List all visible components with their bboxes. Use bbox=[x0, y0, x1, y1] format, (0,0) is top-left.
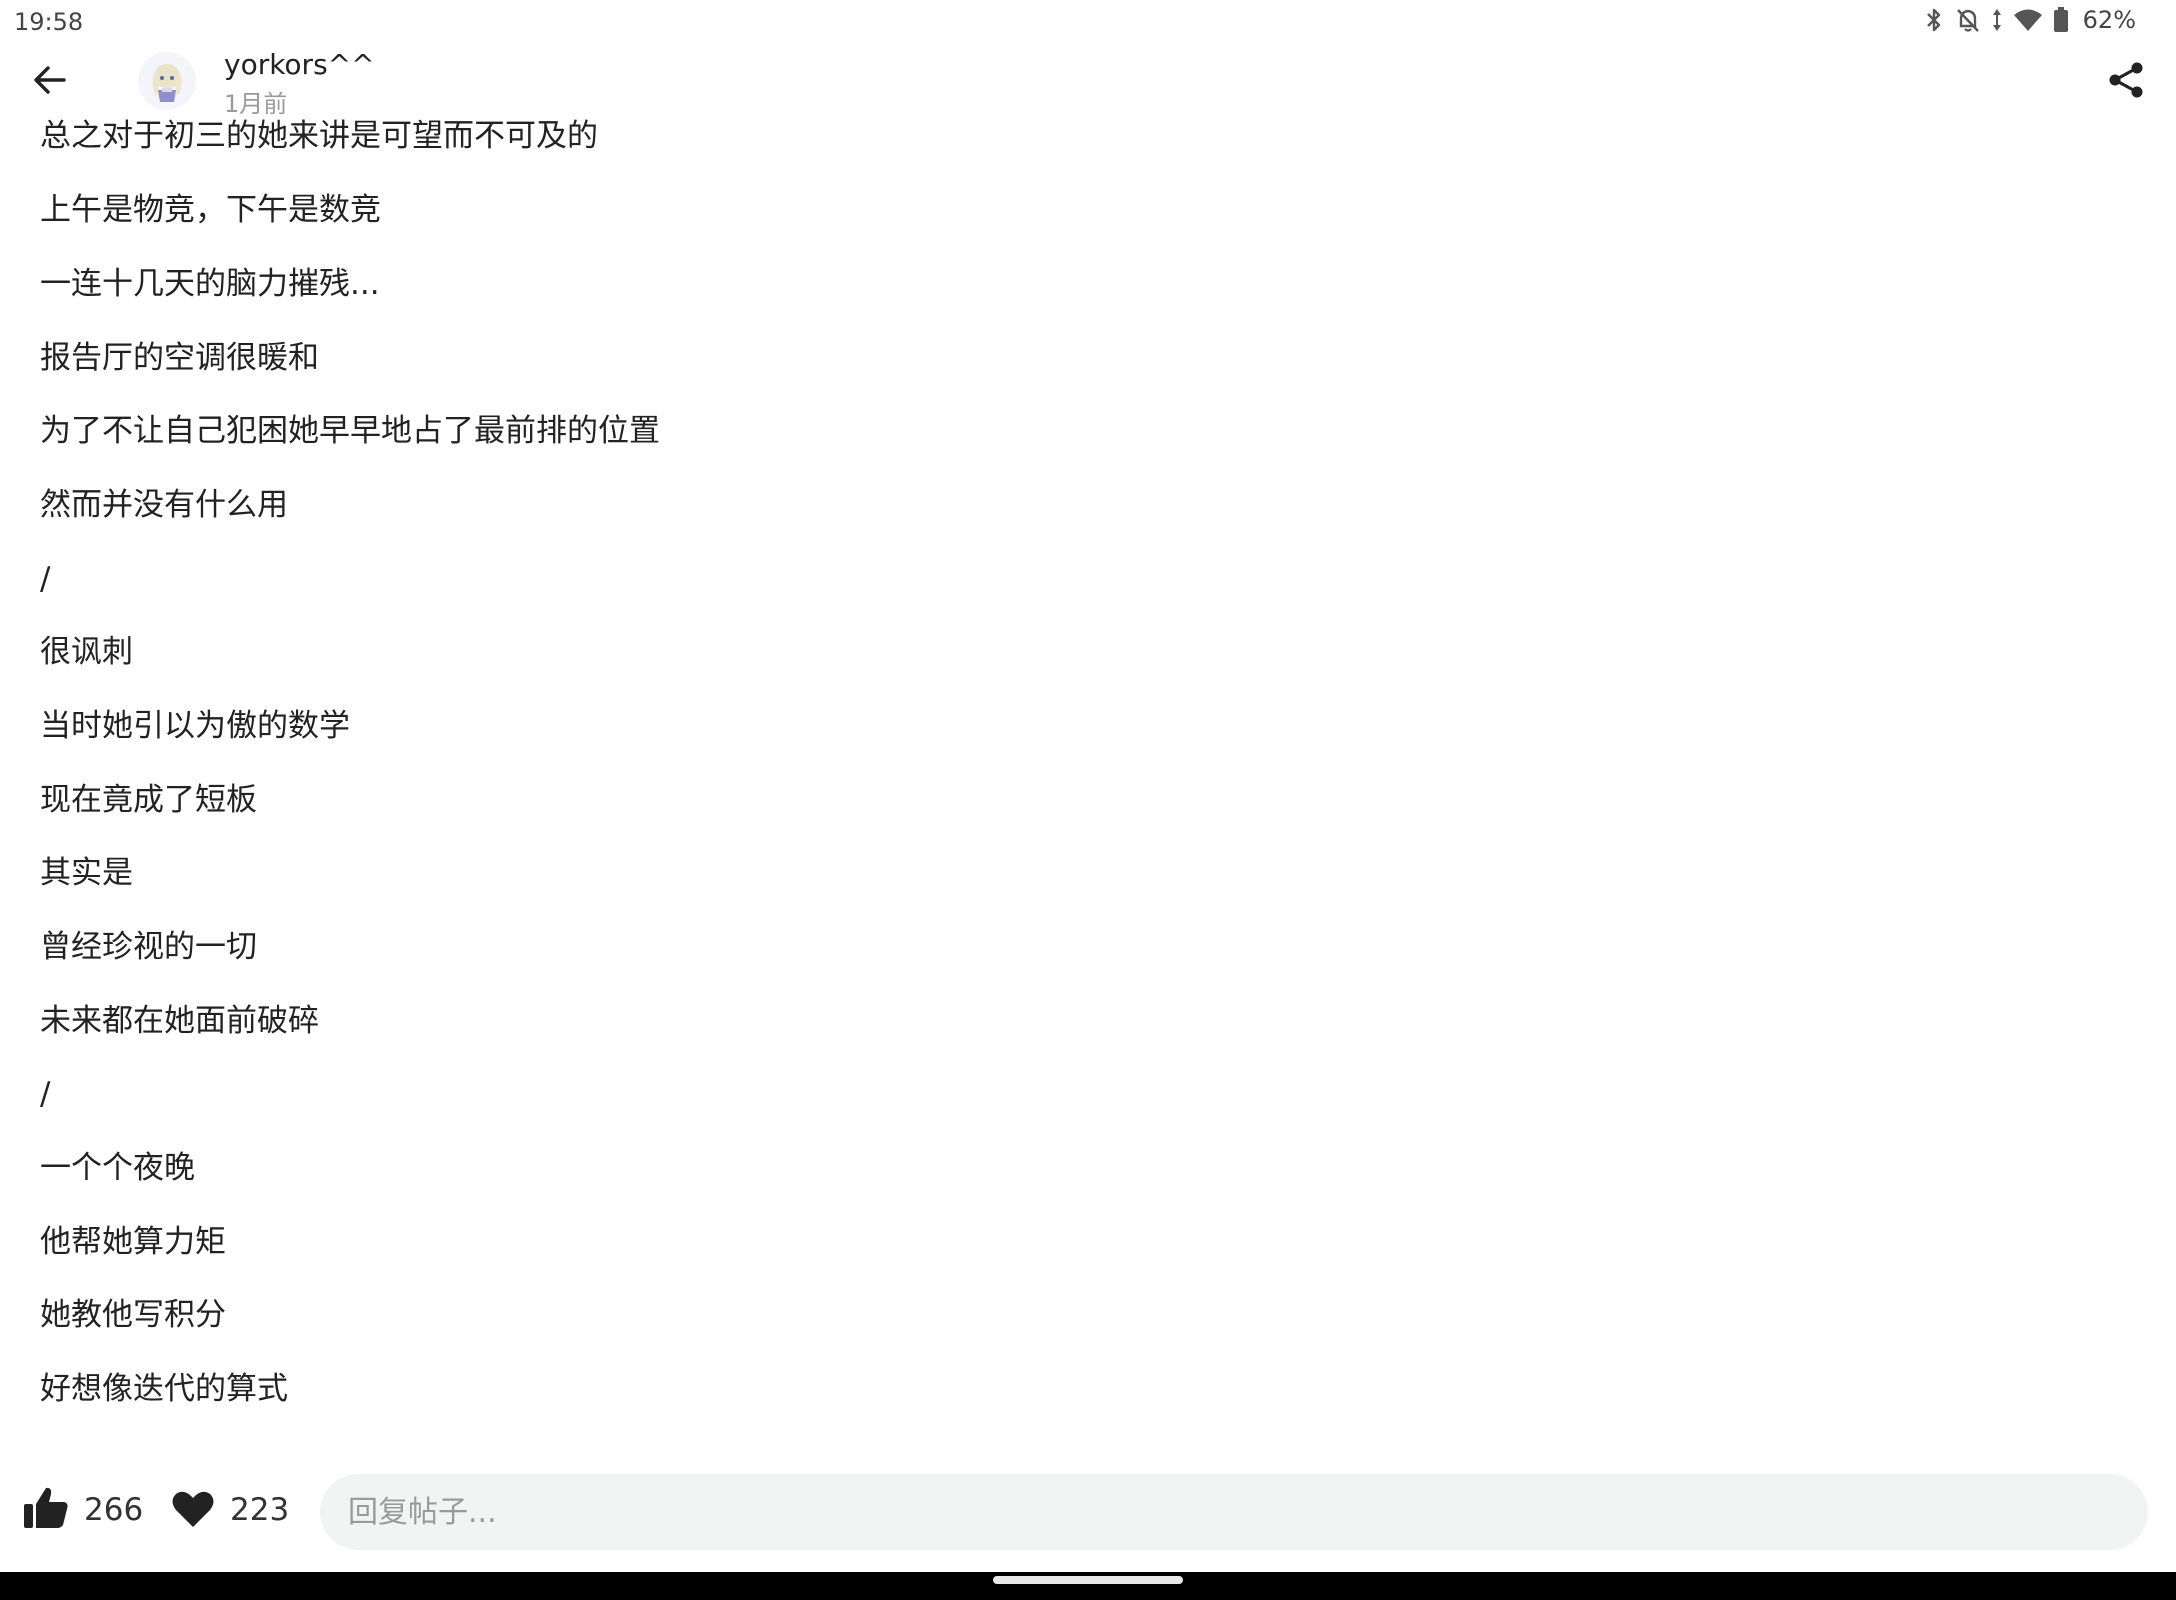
battery-icon bbox=[2053, 7, 2068, 32]
bell-muted-icon bbox=[1956, 9, 1979, 32]
bluetooth-icon bbox=[1926, 8, 1940, 32]
post-line: 报告厅的空调很暖和 bbox=[40, 340, 319, 376]
system-nav-bar bbox=[0, 1572, 2176, 1600]
post-line: 为了不让自己犯困她早早地占了最前排的位置 bbox=[40, 413, 660, 449]
username[interactable]: yorkors^^ bbox=[224, 48, 375, 81]
post-line: 一个个夜晚 bbox=[40, 1150, 195, 1186]
post-line: 然而并没有什么用 bbox=[40, 487, 288, 523]
arrow-left-icon bbox=[34, 66, 66, 94]
avatar[interactable] bbox=[138, 52, 196, 110]
like-count: 266 bbox=[84, 1492, 144, 1528]
battery-percent: 62% bbox=[2082, 6, 2136, 34]
post-line: 曾经珍视的一切 bbox=[40, 929, 257, 965]
favorite-button[interactable] bbox=[170, 1486, 216, 1532]
post-line: 现在竟成了短板 bbox=[40, 782, 257, 818]
like-button[interactable] bbox=[22, 1484, 70, 1532]
status-time: 19:58 bbox=[14, 8, 84, 36]
data-arrows-icon bbox=[1992, 9, 2001, 31]
bottom-action-bar: 266 223 bbox=[0, 1450, 2176, 1572]
share-button[interactable] bbox=[2104, 58, 2148, 102]
post-header: yorkors^^ 1月前 bbox=[0, 44, 2176, 120]
post-line: 一连十几天的脑力摧残... bbox=[40, 266, 380, 302]
post-line: / bbox=[40, 1076, 51, 1112]
avatar-image bbox=[138, 52, 196, 110]
post-line: 其实是 bbox=[40, 855, 133, 891]
post-line: 总之对于初三的她来讲是可望而不可及的 bbox=[40, 118, 598, 154]
heart-icon bbox=[172, 1491, 214, 1527]
post-line: 很讽刺 bbox=[40, 634, 133, 670]
post-time: 1月前 bbox=[224, 90, 288, 118]
post-content: 总之对于初三的她来讲是可望而不可及的 上午是物竞，下午是数竞 一连十几天的脑力摧… bbox=[0, 116, 2176, 1450]
post-line: 他帮她算力矩 bbox=[40, 1224, 226, 1260]
post-line: 她教他写积分 bbox=[40, 1297, 226, 1333]
screen: 19:58 62% yorkors^^ 1月前 总之对于初三的她来讲是可望而不可… bbox=[0, 0, 2176, 1600]
status-icons: 62% bbox=[1923, 6, 2136, 34]
thumbs-up-icon bbox=[24, 1487, 68, 1528]
wifi-icon bbox=[2013, 9, 2042, 31]
status-bar: 19:58 62% bbox=[0, 0, 2176, 44]
post-line: 好想像迭代的算式 bbox=[40, 1371, 288, 1407]
post-line: 未来都在她面前破碎 bbox=[40, 1003, 319, 1039]
favorite-count: 223 bbox=[230, 1492, 290, 1528]
post-line: / bbox=[40, 561, 51, 597]
back-button[interactable] bbox=[28, 58, 72, 102]
home-gesture-handle[interactable] bbox=[993, 1576, 1183, 1584]
share-icon bbox=[2109, 62, 2143, 98]
post-line: 上午是物竞，下午是数竞 bbox=[40, 192, 381, 228]
reply-input[interactable] bbox=[320, 1474, 2148, 1550]
post-line: 当时她引以为傲的数学 bbox=[40, 708, 350, 744]
